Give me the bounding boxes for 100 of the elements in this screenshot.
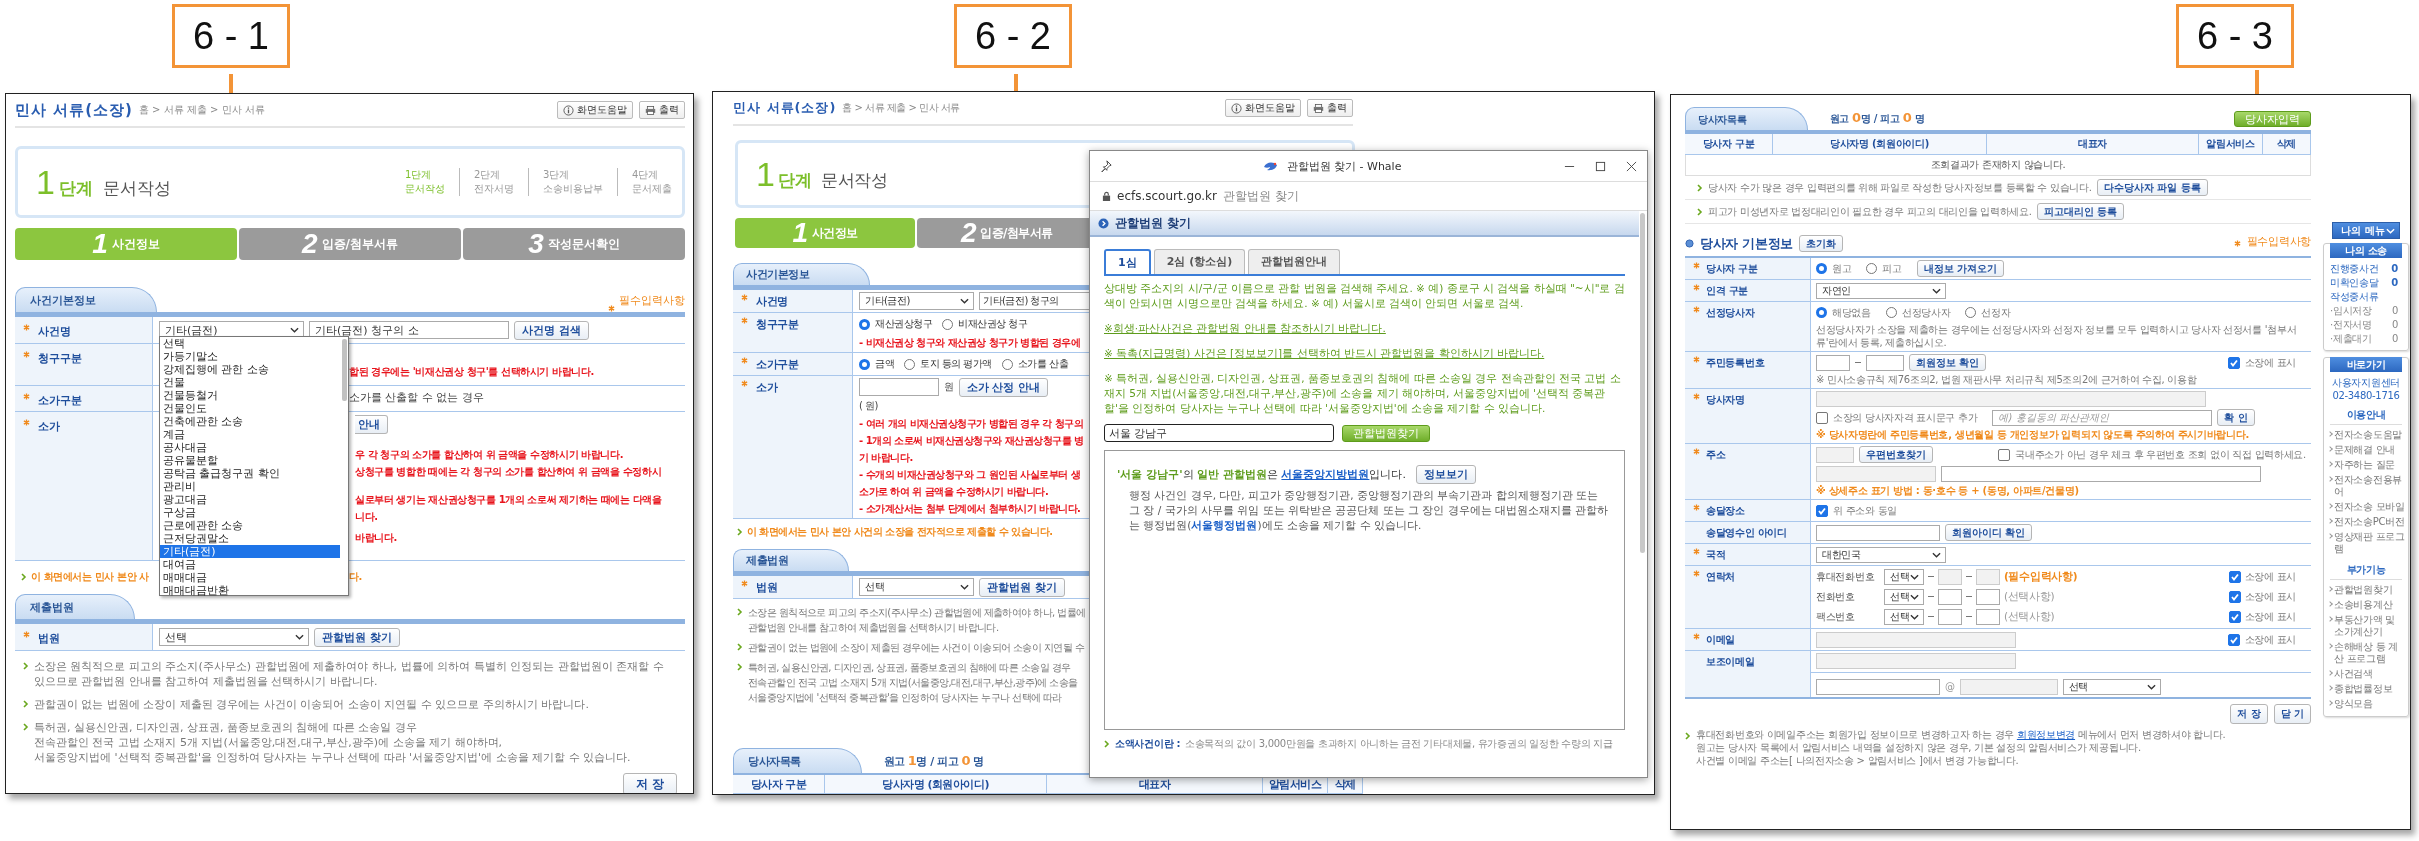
load-my-info-button[interactable]: 내정보 가져오기	[1916, 260, 2005, 277]
save-button[interactable]: 저 장	[2230, 704, 2268, 724]
warning-text: 바랍니다.	[355, 531, 397, 545]
support-center-link[interactable]: 사용자지원센터	[2324, 376, 2408, 389]
guide-button[interactable]: 소가 산정 안내	[958, 377, 1049, 397]
person-type-select[interactable]: 자연인	[1816, 282, 1946, 299]
verify-member-button[interactable]: 회원정보 확인	[1909, 354, 1987, 371]
sidebar-link[interactable]: 전자소송전용뷰어	[2324, 473, 2408, 500]
dropdown-option[interactable]: 기타(금전)	[160, 545, 340, 558]
court-tab[interactable]: 관할법원안내	[1248, 249, 1341, 274]
close-button[interactable]: 닫 기	[2273, 704, 2311, 724]
dropdown-option[interactable]: 가등기말소	[160, 350, 340, 363]
case-status-link[interactable]: ·제출대기	[2330, 333, 2372, 345]
warning-text: 상청구를 병합한 때에는 각 청구의 소가를 합산하여 위 금액을 수정하시	[355, 465, 662, 479]
confirm-button[interactable]: 확 인	[2217, 409, 2255, 426]
court-search-button[interactable]: 관할법원 찾기	[314, 627, 400, 647]
dropdown-option[interactable]: 공사대금	[160, 441, 340, 454]
court-select[interactable]: 선택	[859, 578, 974, 596]
guide-button[interactable]: 안내	[355, 415, 388, 434]
column-header: 당사자명 (회원아이디)	[1773, 134, 1987, 154]
reset-button[interactable]: 초기화	[1799, 235, 1844, 252]
case-status-link[interactable]: 진행중사건	[2330, 263, 2379, 275]
guide-link[interactable]: ※ 독촉(지급명령) 사건은 [정보보기]를 선택하여 반드시 관할법원을 확인하시기 바랍니다.	[1104, 347, 1545, 359]
region-search-field[interactable]: 서울 강남구	[1104, 424, 1334, 442]
dropdown-option[interactable]: 공유물분할	[160, 454, 340, 467]
stage-step: 2단계 전자서명	[459, 168, 514, 196]
note-text: 사건별 이메일 주소는[ 나의전자소송 > 알림서비스 ]에서 변경 가능합니다.	[1696, 754, 2020, 767]
verify-id-button[interactable]: 회원아이디 확인	[1945, 524, 2033, 541]
field-label: 소가	[38, 419, 60, 434]
area-code-select[interactable]: 선택	[1884, 588, 1924, 605]
sidebar-link[interactable]: 부동산가액 및 소가계산기	[2324, 613, 2408, 640]
sidebar-link[interactable]: 전자소송도움말	[2324, 428, 2408, 443]
sidebar-link[interactable]: 관할법원찾기	[2324, 583, 2408, 598]
my-menu-button[interactable]: 나의 메뉴	[2332, 222, 2400, 239]
field-label: 법원	[38, 631, 60, 646]
nationality-select[interactable]: 대한민국	[1816, 546, 1946, 563]
case-status-link[interactable]: ·전자서명	[2330, 319, 2372, 331]
sidebar-link[interactable]: 소송비용계산	[2324, 598, 2408, 613]
dropdown-option[interactable]: 매매대금반환	[160, 584, 340, 597]
court-link[interactable]: 서울중앙지방법원	[1281, 468, 1370, 481]
dropdown-option[interactable]: 근저당권말소	[160, 532, 340, 545]
case-type-select[interactable]: 기타(금전)	[859, 292, 974, 310]
guide-link[interactable]: ※회생·파산사건은 관할법원 안내를 참조하시기 바랍니다.	[1104, 322, 1386, 334]
print-button[interactable]: 출력	[1307, 99, 1353, 117]
phone-type-label: 휴대전화번호	[1816, 569, 1876, 584]
save-button[interactable]: 저 장	[622, 773, 677, 793]
dropdown-option[interactable]: 건축에관한 소송	[160, 415, 340, 428]
help-button[interactable]: 화면도움말	[557, 101, 633, 119]
dropdown-option[interactable]: 선택	[160, 337, 340, 350]
phone-hint: (선택사항)	[2004, 589, 2055, 604]
court-tab[interactable]: 2심 (항소심)	[1153, 249, 1246, 274]
court-search-button[interactable]: 관할법원 찾기	[979, 577, 1065, 597]
column-header: 당사자 구분	[733, 775, 825, 793]
sidebar-link[interactable]: 손해배상 등 계산 프로그램	[2324, 640, 2408, 667]
register-button[interactable]: 피고대리인 등록	[2036, 203, 2125, 220]
sidebar-link[interactable]: 자주하는 질문	[2324, 458, 2408, 473]
postcode-search-button[interactable]: 우편번호찾기	[1859, 446, 1933, 463]
area-code-select[interactable]: 선택	[1884, 608, 1924, 625]
area-code-select[interactable]: 선택	[1884, 568, 1924, 585]
field-label: 송달영수인 아이디	[1706, 526, 1787, 540]
help-button[interactable]: 화면도움말	[1225, 99, 1301, 117]
sidebar-link[interactable]: 종합법률정보	[2324, 682, 2408, 697]
dropdown-option[interactable]: 대여금	[160, 558, 340, 571]
checkbox-label: 소장에 표시	[2244, 569, 2296, 584]
sidebar-link[interactable]: 문제해결 안내	[2324, 443, 2408, 458]
info-button[interactable]: 정보보기	[1415, 465, 1476, 484]
sidebar-link[interactable]: 사건검색	[2324, 667, 2408, 682]
case-name-field[interactable]: 기타(금전) 청구의 소	[309, 321, 509, 339]
member-info-link[interactable]: 회원정보변경	[2016, 729, 2076, 740]
case-name-field[interactable]: 기타(금전) 청구의	[979, 292, 1089, 310]
dropdown-option[interactable]: 강제집행에 관한 소송	[160, 363, 340, 376]
print-button[interactable]: 출력	[639, 101, 685, 119]
sidebar-link[interactable]: 전자소송PC버전	[2324, 515, 2408, 530]
court-tab[interactable]: 1심	[1104, 249, 1151, 274]
radio-label: 소가를 산출	[1017, 357, 1069, 371]
email-domain-select[interactable]: 선택	[2062, 678, 2161, 695]
sidebar-link[interactable]: 양식모음	[2324, 697, 2408, 712]
dropdown-option[interactable]: 광고대금	[160, 493, 340, 506]
register-button[interactable]: 다수당사자 파일 등록	[2096, 179, 2208, 196]
case-status-link[interactable]: 미확인송달	[2330, 277, 2379, 289]
dropdown-option[interactable]: 공탁금 출급청구권 확인	[160, 467, 340, 480]
sidebar-link[interactable]: 영상재판 프로그램	[2324, 530, 2408, 557]
dropdown-option[interactable]: 관리비	[160, 480, 340, 493]
party-count: 원고 1명 / 피고 0 명	[883, 753, 984, 769]
case-search-button[interactable]: 사건명 검색	[514, 320, 589, 340]
case-count: 0	[2391, 263, 2398, 275]
sidebar-link[interactable]: 전자소송 모바일	[2324, 500, 2408, 515]
dropdown-option[interactable]: 계금	[160, 428, 340, 441]
dropdown-option[interactable]: 건물	[160, 376, 340, 389]
court-select[interactable]: 선택	[159, 628, 309, 646]
dropdown-option[interactable]: 매매대금	[160, 571, 340, 584]
case-status-link[interactable]: ·임시저장	[2330, 305, 2372, 317]
checkbox-label: 소장에 표시	[2244, 609, 2296, 624]
dropdown-option[interactable]: 구상금	[160, 506, 340, 519]
column-header: 알림서비스	[2199, 134, 2263, 154]
dropdown-option[interactable]: 근로에관한 소송	[160, 519, 340, 532]
case-status-link[interactable]: 작성중서류	[2330, 291, 2379, 303]
qualifier-field[interactable]: 예) 홍길동의 파산관재인	[1992, 409, 2213, 426]
dropdown-option[interactable]: 건물인도	[160, 402, 340, 415]
dropdown-option[interactable]: 건물등철거	[160, 389, 340, 402]
